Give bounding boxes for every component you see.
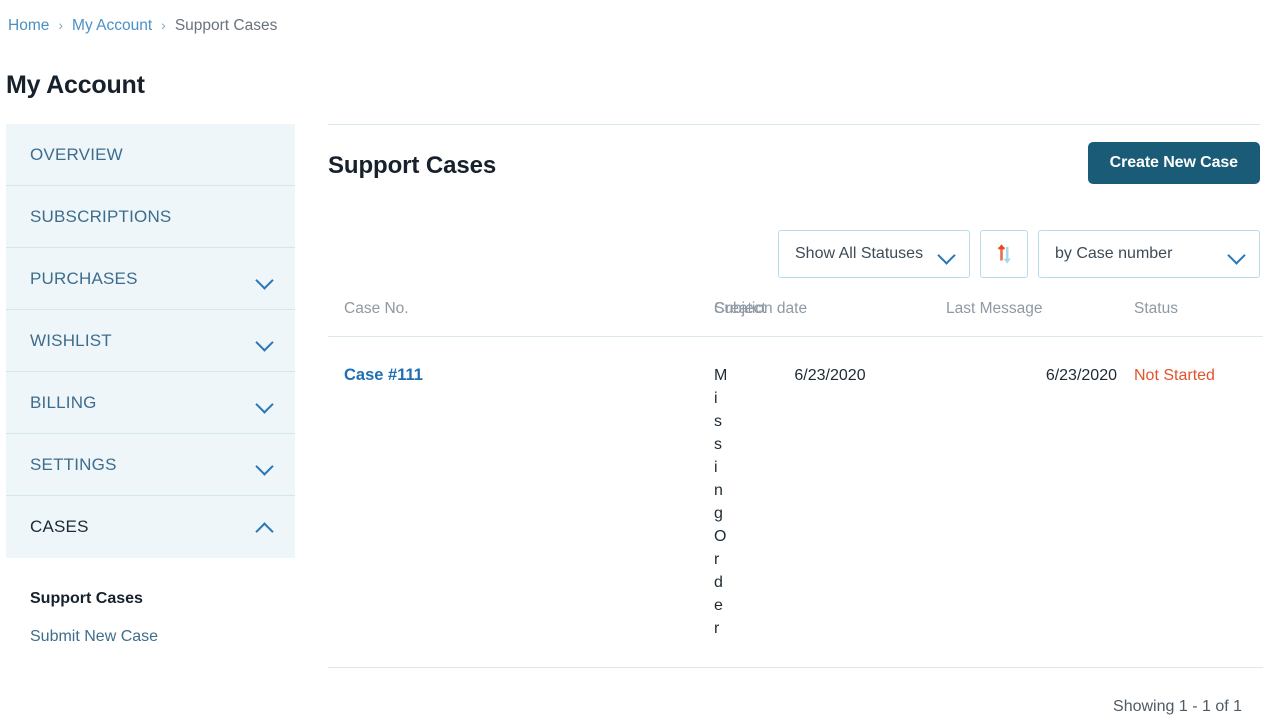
case-number-link[interactable]: Case #111 [344,366,423,384]
breadcrumb: Home › My Account › Support Cases [8,14,277,37]
cell-status: Not Started [1118,336,1263,668]
chevron-down-icon-wishlist [256,336,273,346]
sidebar-item-label-subscriptions: SUBSCRIPTIONS [30,206,172,226]
sidebar-subitem-submit-new-case[interactable]: Submit New Case [6,618,295,656]
column-header-last-message[interactable]: Last Message [946,300,1118,337]
column-header-subject[interactable]: Subject [513,300,766,337]
status-badge: Not Started [1134,367,1215,384]
section-header: Support Cases Create New Case [328,125,1260,204]
sidebar-item-settings[interactable]: SETTINGS [6,434,295,496]
sort-arrows-icon [997,244,1011,264]
column-header-status[interactable]: Status [1118,300,1263,337]
sidebar-item-label-purchases: PURCHASES [30,268,138,288]
cell-subject: Missing Order [513,336,727,668]
sidebar-item-billing[interactable]: BILLING [6,372,295,434]
chevron-down-icon-status-filter [938,249,955,259]
status-filter-select[interactable]: Show All Statuses [778,230,970,278]
chevron-down-icon-billing [256,398,273,408]
cases-toolbar: Show All Statuses by Case number [328,204,1260,300]
account-sidebar: OVERVIEW SUBSCRIPTIONS PURCHASES WISHLIS… [6,124,295,656]
column-header-case-no[interactable]: Case No. [328,300,513,337]
sidebar-item-wishlist[interactable]: WISHLIST [6,310,295,372]
breadcrumb-separator-icon: › [58,17,64,33]
sort-by-value: by Case number [1055,245,1173,262]
sidebar-item-label-settings: SETTINGS [30,454,117,474]
sidebar-item-label-overview: OVERVIEW [30,144,123,164]
sidebar-item-overview[interactable]: OVERVIEW [6,124,295,186]
chevron-down-icon-settings [256,460,273,470]
support-cases-table: Case No. Subject Creation date Last Mess… [328,300,1263,668]
cell-case-no: Case #111 [328,336,513,668]
status-filter-value: Show All Statuses [795,245,924,262]
sort-by-select[interactable]: by Case number [1038,230,1260,278]
section-title: Support Cases [328,152,497,179]
breadcrumb-item-my-account[interactable]: My Account [72,17,152,34]
chevron-down-icon-sort-by [1228,249,1245,259]
sidebar-item-label-wishlist: WISHLIST [30,330,112,350]
table-row: Case #111 Missing Order 6/23/2020 6/23/2… [328,336,1263,668]
page-title: My Account [6,71,145,99]
sidebar-subitem-support-cases[interactable]: Support Cases [6,580,295,618]
chevron-down-icon-purchases [256,274,273,284]
sidebar-item-label-billing: BILLING [30,392,97,412]
sidebar-item-cases[interactable]: CASES [6,496,295,558]
breadcrumb-item-home[interactable]: Home [8,17,49,34]
cell-last-message: 6/23/2020 [946,336,1118,668]
sidebar-subnav-cases: Support Cases Submit New Case [6,558,295,656]
sidebar-item-subscriptions[interactable]: SUBSCRIPTIONS [6,186,295,248]
sidebar-item-label-cases: CASES [30,517,89,536]
sidebar-nav-group: OVERVIEW SUBSCRIPTIONS PURCHASES WISHLIS… [6,124,295,558]
main-content: Support Cases Create New Case Show All S… [328,124,1263,716]
table-header: Case No. Subject Creation date Last Mess… [328,300,1263,337]
sidebar-item-purchases[interactable]: PURCHASES [6,248,295,310]
cell-creation-date: 6/23/2020 [714,336,946,668]
sort-direction-toggle-button[interactable] [980,230,1028,278]
create-new-case-button[interactable]: Create New Case [1087,142,1260,184]
results-count-label: Showing 1 - 1 of 1 [1113,698,1242,715]
table-body: Case #111 Missing Order 6/23/2020 6/23/2… [328,336,1263,668]
table-header-row: Case No. Subject Creation date Last Mess… [328,300,1263,337]
chevron-up-icon-cases [256,522,273,532]
column-header-creation-date[interactable]: Creation date [714,300,946,337]
breadcrumb-separator-icon-2: › [161,17,166,33]
breadcrumb-item-support-cases: Support Cases [174,17,278,34]
